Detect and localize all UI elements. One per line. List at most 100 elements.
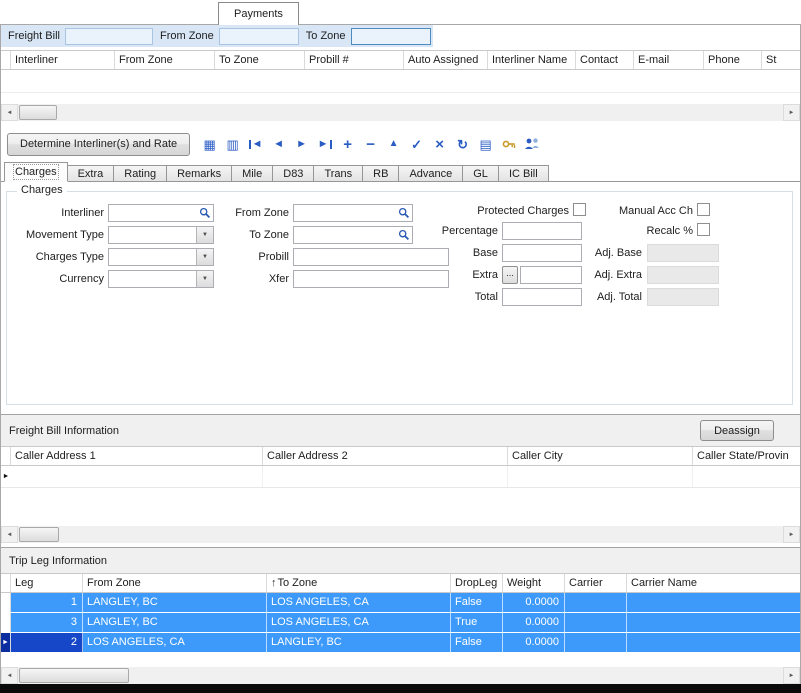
trip-leg-row-current[interactable]: ► 2 LOS ANGELES, CA LANGLEY, BC False 0.…	[1, 633, 800, 653]
tab-advance[interactable]: Advance	[398, 165, 462, 182]
tab-remarks[interactable]: Remarks	[166, 165, 231, 182]
to-zone-lookup-field[interactable]	[293, 226, 413, 244]
first-record-icon[interactable]: ◄	[245, 134, 266, 154]
scroll-right-button[interactable]: ►	[783, 526, 800, 543]
freight-bill-input[interactable]	[65, 28, 153, 45]
manual-acc-ch-checkbox[interactable]	[697, 203, 710, 216]
percentage-input[interactable]	[502, 222, 582, 240]
contacts-icon[interactable]	[521, 134, 542, 154]
probill-label: Probill	[199, 250, 289, 264]
column-header-contact[interactable]: Contact	[576, 51, 634, 69]
interliner-grid-empty-row[interactable]	[1, 70, 800, 93]
charges-tab-panel: Charges Interliner Movement Type ▼ Charg…	[1, 181, 800, 414]
scroll-left-button[interactable]: ◄	[1, 104, 18, 121]
column-header-carrier-name[interactable]: Carrier Name	[627, 574, 800, 592]
key-icon[interactable]	[498, 134, 519, 154]
freight-bill-information-title: Freight Bill Information	[9, 425, 119, 437]
delete-record-icon[interactable]: −	[360, 134, 381, 154]
cancel-edit-icon[interactable]: ×	[429, 134, 450, 154]
interliner-label: Interliner	[14, 206, 104, 220]
column-header-to-zone[interactable]: ↑To Zone	[267, 574, 451, 592]
tab-trans[interactable]: Trans	[313, 165, 362, 182]
tab-charges[interactable]: Charges	[4, 162, 68, 182]
extra-ellipsis-button[interactable]: ...	[502, 266, 518, 284]
column-header-auto-assigned[interactable]: Auto Assigned	[404, 51, 488, 69]
from-zone-filter-input[interactable]	[219, 28, 299, 45]
tab-rb[interactable]: RB	[362, 165, 398, 182]
column-header-caller-state[interactable]: Caller State/Provin	[693, 447, 800, 465]
protected-charges-checkbox[interactable]	[573, 203, 586, 216]
column-header-from-zone[interactable]: From Zone	[115, 51, 215, 69]
scroll-thumb[interactable]	[19, 105, 57, 120]
column-header-interliner-name[interactable]: Interliner Name	[488, 51, 576, 69]
to-zone-filter-input[interactable]	[351, 28, 431, 45]
tab-payments-label: Payments	[234, 8, 283, 20]
tab-payments[interactable]: Payments	[218, 2, 299, 25]
column-header-st[interactable]: St	[762, 51, 800, 69]
recalc-checkbox[interactable]	[697, 223, 710, 236]
base-label: Base	[408, 246, 498, 260]
column-header-caller-address-1[interactable]: Caller Address 1	[11, 447, 263, 465]
tab-gl[interactable]: GL	[462, 165, 498, 182]
tab-rating[interactable]: Rating	[113, 165, 166, 182]
edit-record-icon[interactable]: ▲	[383, 134, 404, 154]
last-record-icon[interactable]: ►	[314, 134, 335, 154]
current-row-indicator-icon: ►	[1, 633, 11, 652]
trip-leg-row[interactable]: 1 LANGLEY, BC LOS ANGELES, CA False 0.00…	[1, 593, 800, 613]
adj-base-readonly	[647, 244, 719, 262]
scroll-right-button[interactable]: ►	[783, 667, 800, 684]
bottom-dark-bar	[0, 684, 801, 693]
next-record-icon[interactable]: ►	[291, 134, 312, 154]
trip-leg-information-title: Trip Leg Information	[9, 555, 107, 567]
from-zone-filter-label: From Zone	[160, 30, 214, 42]
tab-ic-bill[interactable]: IC Bill	[498, 165, 549, 182]
column-header-email[interactable]: E-mail	[634, 51, 704, 69]
determine-interliners-and-rate-button[interactable]: Determine Interliner(s) and Rate	[7, 133, 190, 156]
scroll-right-button[interactable]: ►	[783, 104, 800, 121]
charges-group-title: Charges	[17, 184, 67, 196]
column-header-leg[interactable]: Leg	[11, 574, 83, 592]
adj-base-label: Adj. Base	[552, 246, 642, 260]
trip-leg-row[interactable]: 3 LANGLEY, BC LOS ANGELES, CA True 0.000…	[1, 613, 800, 633]
scroll-thumb[interactable]	[19, 527, 59, 542]
scroll-left-button[interactable]: ◄	[1, 526, 18, 543]
sort-ascending-icon: ↑	[271, 577, 277, 589]
from-zone-label: From Zone	[199, 206, 289, 220]
tab-d83[interactable]: D83	[272, 165, 313, 182]
insert-record-icon[interactable]: +	[337, 134, 358, 154]
from-zone-lookup-field[interactable]	[293, 204, 413, 222]
column-header-weight[interactable]: Weight	[503, 574, 565, 592]
interliner-grid-hscrollbar: ◄ ►	[1, 104, 800, 121]
post-edit-icon[interactable]: ✓	[406, 134, 427, 154]
column-header-caller-city[interactable]: Caller City	[508, 447, 693, 465]
column-header-phone[interactable]: Phone	[704, 51, 762, 69]
column-header-dropleg[interactable]: DropLeg	[451, 574, 503, 592]
calculator-icon[interactable]: ▦	[199, 134, 220, 154]
tab-extra[interactable]: Extra	[67, 165, 114, 182]
freight-bill-row[interactable]: ►	[1, 466, 800, 488]
column-header-carrier[interactable]: Carrier	[565, 574, 627, 592]
refresh-icon[interactable]: ↻	[452, 134, 473, 154]
scroll-thumb[interactable]	[19, 668, 129, 683]
percentage-label: Percentage	[408, 224, 498, 238]
tab-mile[interactable]: Mile	[231, 165, 272, 182]
row-selector-header	[1, 51, 11, 69]
protected-charges-label: Protected Charges	[469, 204, 569, 218]
column-header-probill[interactable]: Probill #	[305, 51, 404, 69]
adj-extra-readonly	[647, 266, 719, 284]
column-header-from-zone[interactable]: From Zone	[83, 574, 267, 592]
deassign-button[interactable]: Deassign	[700, 420, 774, 441]
column-header-to-zone[interactable]: To Zone	[215, 51, 305, 69]
detail-tab-strip: Charges Extra Rating Remarks Mile D83 Tr…	[4, 162, 549, 182]
scroll-left-button[interactable]: ◄	[1, 667, 18, 684]
ledger-icon[interactable]: ▤	[475, 134, 496, 154]
movement-type-label: Movement Type	[14, 228, 104, 242]
current-row-indicator-icon: ►	[1, 466, 11, 487]
adj-total-readonly	[647, 288, 719, 306]
column-header-caller-address-2[interactable]: Caller Address 2	[263, 447, 508, 465]
prior-record-icon[interactable]: ◄	[268, 134, 289, 154]
freight-bill-label: Freight Bill	[8, 30, 60, 42]
trip-leg-information-header: Trip Leg Information	[1, 548, 800, 573]
column-header-interliner[interactable]: Interliner	[11, 51, 115, 69]
rate-sheet-icon[interactable]: ▥	[222, 134, 243, 154]
